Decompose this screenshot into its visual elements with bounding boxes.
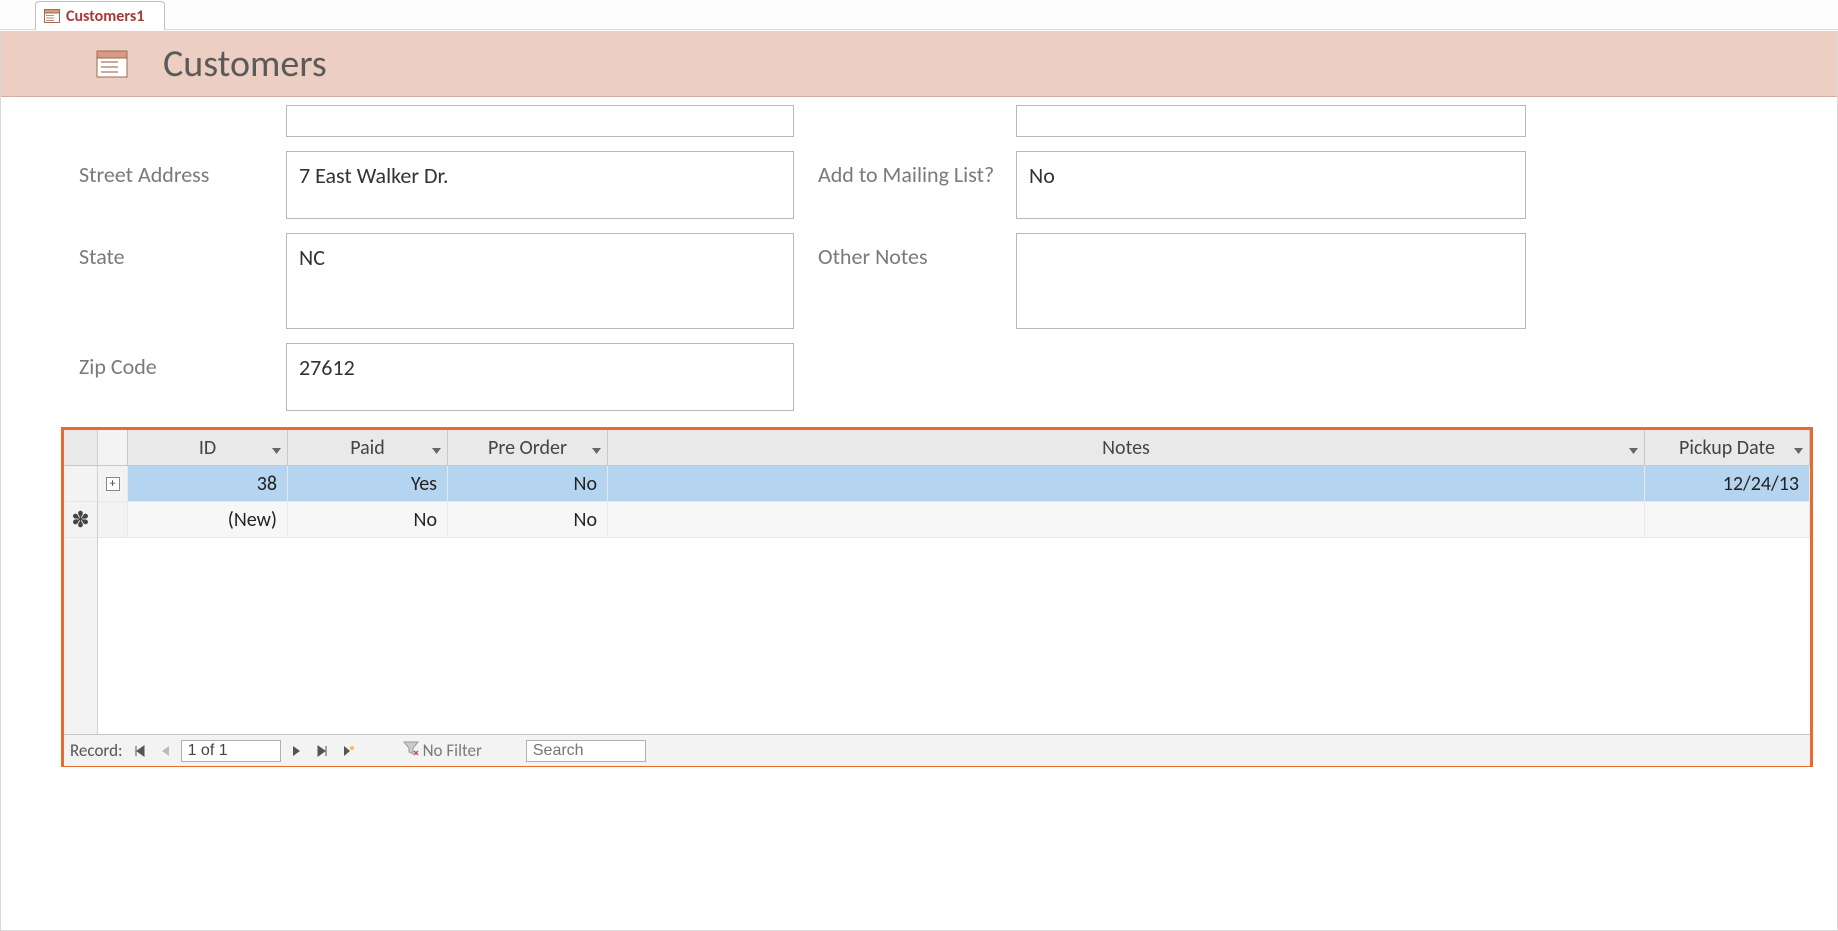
new-record-icon: ✽: [71, 506, 89, 533]
col-header-paid[interactable]: Paid: [288, 430, 448, 465]
label-zip-code: Zip Code: [71, 343, 286, 380]
subform-orders: ✽ ID Paid Pre Order: [61, 427, 1813, 767]
filter-indicator[interactable]: No Filter: [403, 740, 482, 761]
input-street-address[interactable]: 7 East Walker Dr.: [286, 151, 794, 219]
record-position-input[interactable]: [181, 740, 281, 762]
col-label-notes: Notes: [1102, 436, 1150, 460]
search-input[interactable]: [526, 740, 646, 762]
label-mailing-list: Add to Mailing List?: [806, 151, 1016, 188]
col-header-pickup[interactable]: Pickup Date: [1645, 430, 1810, 465]
col-header-preorder[interactable]: Pre Order: [448, 430, 608, 465]
first-record-button[interactable]: [129, 740, 151, 762]
field-input-blank-right[interactable]: [1016, 105, 1526, 137]
form-header-icon: [96, 50, 128, 78]
row-selector-1[interactable]: [64, 466, 97, 502]
grid-area: ✽ ID Paid Pre Order: [64, 430, 1810, 734]
chevron-down-icon[interactable]: [1794, 436, 1803, 460]
filter-text: No Filter: [423, 740, 482, 761]
select-all-rows[interactable]: [64, 430, 97, 466]
cell-paid-new[interactable]: No: [288, 502, 448, 537]
next-record-button[interactable]: [285, 740, 307, 762]
col-header-notes[interactable]: Notes: [608, 430, 1645, 465]
plus-icon: +: [106, 477, 120, 491]
chevron-down-icon[interactable]: [432, 436, 441, 460]
label-street-address: Street Address: [71, 151, 286, 188]
record-navigation: Record: No Filter: [64, 734, 1810, 766]
cell-id-new[interactable]: (New): [128, 502, 288, 537]
form-header: Customers: [1, 31, 1837, 97]
cell-pickup-new[interactable]: [1645, 502, 1810, 537]
cell-id[interactable]: 38: [128, 466, 288, 501]
tab-label: Customers1: [66, 7, 144, 26]
input-mailing-list[interactable]: No: [1016, 151, 1526, 219]
field-label-blank-left: [71, 105, 286, 115]
cell-preorder[interactable]: No: [448, 466, 608, 501]
field-input-blank-left[interactable]: [286, 105, 794, 137]
table-row[interactable]: + 38 Yes No 12/24/13: [98, 466, 1810, 502]
cell-preorder-new[interactable]: No: [448, 502, 608, 537]
field-label-blank-right: [806, 105, 1016, 115]
col-label-pickup: Pickup Date: [1679, 436, 1775, 460]
input-zip-code[interactable]: 27612: [286, 343, 794, 411]
cell-notes-new[interactable]: [608, 502, 1645, 537]
grid-header: ID Paid Pre Order Notes: [98, 430, 1810, 466]
tab-customers1[interactable]: Customers1: [35, 1, 165, 30]
prev-record-button[interactable]: [155, 740, 177, 762]
label-other-notes: Other Notes: [806, 233, 1016, 270]
row-selector-new[interactable]: ✽: [64, 502, 97, 538]
form-body: Street Address 7 East Walker Dr. Add to …: [1, 97, 1837, 427]
input-state[interactable]: NC: [286, 233, 794, 329]
form-icon: [44, 9, 60, 23]
expand-header[interactable]: [98, 430, 128, 465]
cell-pickup[interactable]: 12/24/13: [1645, 466, 1810, 501]
expand-cell-new: [98, 502, 128, 537]
table-row-new[interactable]: (New) No No: [98, 502, 1810, 538]
tab-strip: Customers1: [0, 0, 1838, 30]
col-header-id[interactable]: ID: [128, 430, 288, 465]
page-title: Customers: [163, 41, 327, 87]
label-state: State: [71, 233, 286, 270]
chevron-down-icon[interactable]: [592, 436, 601, 460]
col-label-preorder: Pre Order: [488, 436, 567, 460]
col-label-id: ID: [199, 436, 216, 460]
new-record-button[interactable]: [337, 740, 359, 762]
chevron-down-icon[interactable]: [1629, 436, 1638, 460]
input-other-notes[interactable]: [1016, 233, 1526, 329]
row-selector-column: ✽: [64, 430, 98, 734]
nav-label: Record:: [70, 740, 123, 761]
form-content: Customers Street Address 7 East Walker D…: [0, 31, 1838, 931]
grid-main: ID Paid Pre Order Notes: [98, 430, 1810, 734]
col-label-paid: Paid: [350, 436, 385, 460]
chevron-down-icon[interactable]: [272, 436, 281, 460]
expand-cell[interactable]: +: [98, 466, 128, 501]
last-record-button[interactable]: [311, 740, 333, 762]
filter-icon: [403, 740, 419, 761]
cell-notes[interactable]: [608, 466, 1645, 501]
cell-paid[interactable]: Yes: [288, 466, 448, 501]
